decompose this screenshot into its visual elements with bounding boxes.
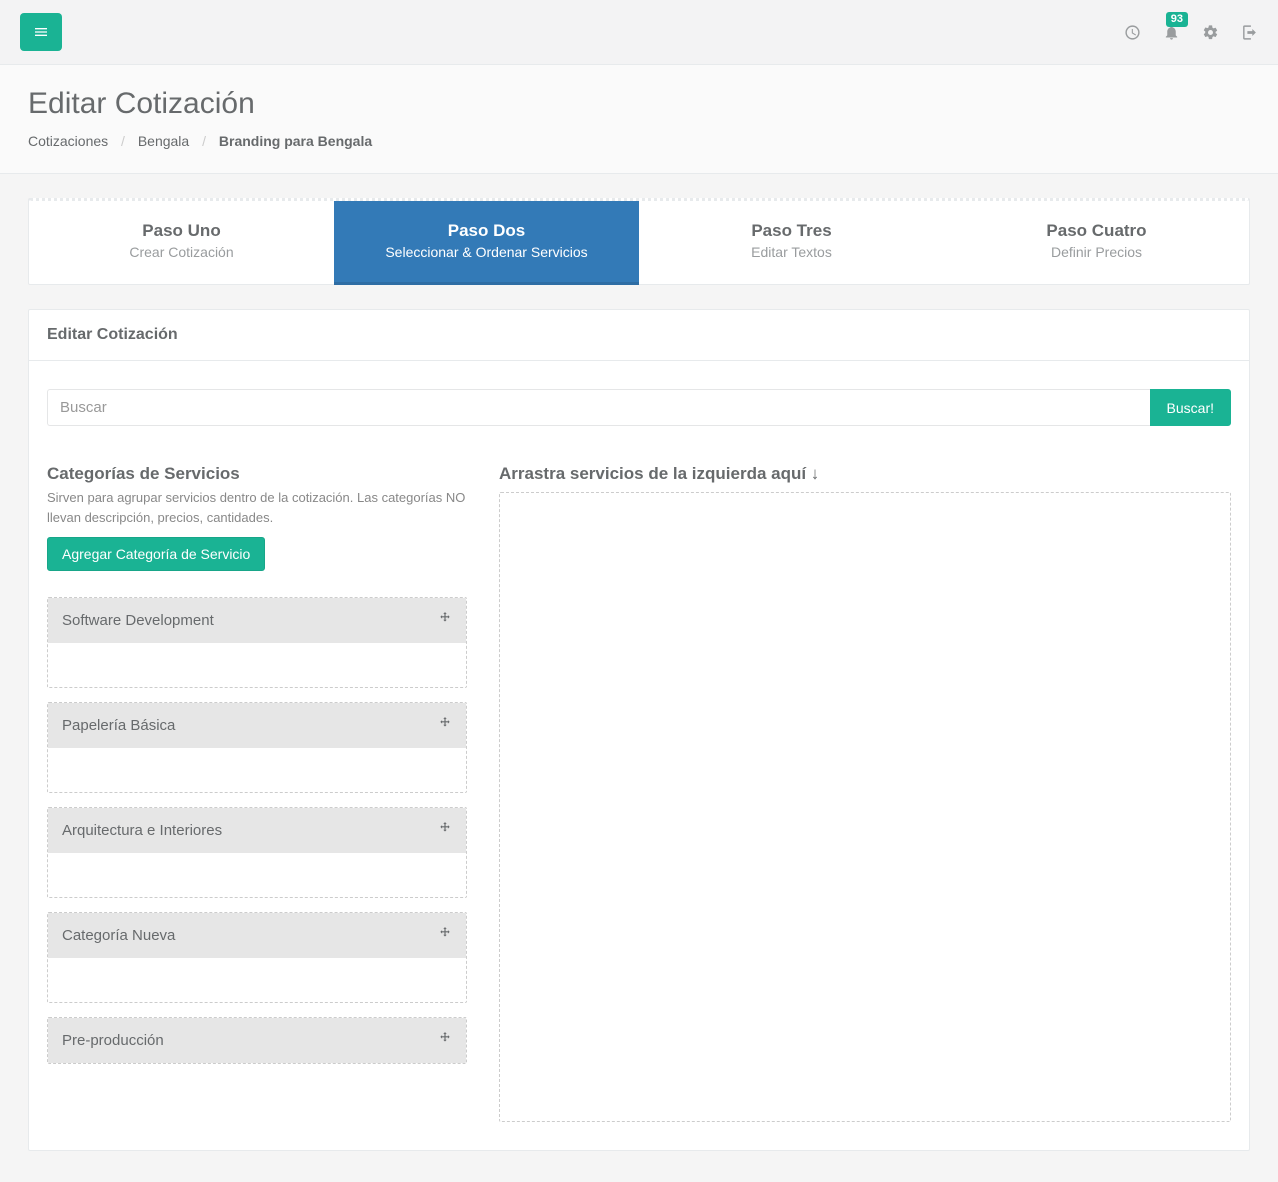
steps-tabs: Paso Uno Crear Cotización Paso Dos Selec… [28,198,1250,285]
category-header[interactable]: Papelería Básica [48,703,466,748]
hamburger-icon [33,24,49,40]
settings-button[interactable] [1202,24,1219,41]
tab-step-one[interactable]: Paso Uno Crear Cotización [29,201,334,284]
category-body[interactable] [48,853,466,897]
category-name: Categoría Nueva [62,927,175,944]
step-subtitle: Definir Precios [954,244,1239,260]
category-header[interactable]: Pre-producción [48,1018,466,1063]
step-subtitle: Crear Cotización [39,244,324,260]
category-header[interactable]: Arquitectura e Interiores [48,808,466,853]
category-name: Pre-producción [62,1032,164,1049]
panel-body: Buscar! Categorías de Servicios Sirven p… [29,361,1249,1150]
gear-icon [1202,24,1219,41]
categories-description: Sirven para agrupar servicios dentro de … [47,488,467,527]
edit-panel: Editar Cotización Buscar! Categorías de … [28,309,1250,1151]
category-header[interactable]: Categoría Nueva [48,913,466,958]
logout-button[interactable] [1241,24,1258,41]
move-icon [438,926,452,945]
breadcrumb-sep: / [121,133,125,149]
category-body[interactable] [48,748,466,792]
breadcrumb-sep: / [202,133,206,149]
category-name: Papelería Básica [62,717,175,734]
move-icon [438,821,452,840]
panel-header: Editar Cotización [29,310,1249,361]
category-item[interactable]: Papelería Básica [47,702,467,793]
step-title: Paso Tres [649,221,934,241]
step-title: Paso Cuatro [954,221,1239,241]
dropzone-column: Arrastra servicios de la izquierda aquí … [499,464,1231,1122]
search-button[interactable]: Buscar! [1150,389,1231,426]
services-dropzone[interactable] [499,492,1231,1122]
category-item[interactable]: Pre-producción [47,1017,467,1064]
category-item[interactable]: Software Development [47,597,467,688]
menu-toggle-button[interactable] [20,13,62,51]
step-subtitle: Editar Textos [649,244,934,260]
clock-icon [1124,24,1141,41]
logout-icon [1241,24,1258,41]
search-input[interactable] [47,389,1150,426]
tab-step-two[interactable]: Paso Dos Seleccionar & Ordenar Servicios [334,201,639,285]
breadcrumb-current: Branding para Bengala [219,133,372,149]
move-icon [438,611,452,630]
topbar: 93 [0,0,1278,65]
page-header: Editar Cotización Cotizaciones / Bengala… [0,65,1278,174]
columns: Categorías de Servicios Sirven para agru… [47,464,1231,1122]
category-name: Arquitectura e Interiores [62,822,222,839]
dropzone-title: Arrastra servicios de la izquierda aquí … [499,464,1231,484]
category-body[interactable] [48,643,466,687]
step-title: Paso Dos [344,221,629,241]
categories-title: Categorías de Servicios [47,464,467,484]
search-row: Buscar! [47,389,1231,426]
category-body[interactable] [48,958,466,1002]
breadcrumb-link[interactable]: Bengala [138,133,189,149]
topbar-right: 93 [1124,24,1258,41]
clock-button[interactable] [1124,24,1141,41]
step-title: Paso Uno [39,221,324,241]
category-item[interactable]: Arquitectura e Interiores [47,807,467,898]
breadcrumb: Cotizaciones / Bengala / Branding para B… [28,133,1250,149]
move-icon [438,716,452,735]
page-title: Editar Cotización [28,87,1250,121]
panel-title: Editar Cotización [47,326,1231,344]
notifications-button[interactable]: 93 [1163,24,1180,41]
category-name: Software Development [62,612,214,629]
add-category-button[interactable]: Agregar Categoría de Servicio [47,537,265,571]
content: Paso Uno Crear Cotización Paso Dos Selec… [0,174,1278,1175]
category-item[interactable]: Categoría Nueva [47,912,467,1003]
categories-column: Categorías de Servicios Sirven para agru… [47,464,467,1122]
step-subtitle: Seleccionar & Ordenar Servicios [344,244,629,260]
notification-badge: 93 [1166,12,1188,27]
tab-step-four[interactable]: Paso Cuatro Definir Precios [944,201,1249,284]
breadcrumb-link[interactable]: Cotizaciones [28,133,108,149]
category-header[interactable]: Software Development [48,598,466,643]
tab-step-three[interactable]: Paso Tres Editar Textos [639,201,944,284]
move-icon [438,1031,452,1050]
